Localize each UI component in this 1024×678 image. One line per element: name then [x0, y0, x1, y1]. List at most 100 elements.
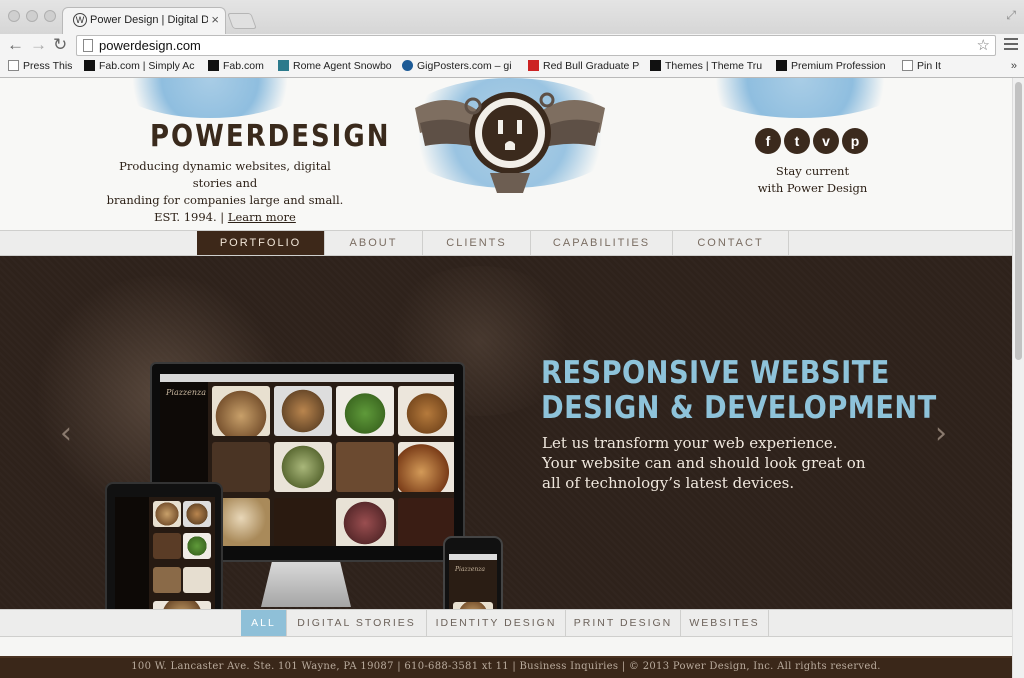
established-text: EST. 1994. |: [154, 210, 225, 224]
site-header: POWERDESIGN Producing dynamic websites, …: [0, 78, 1012, 230]
bookmark-item[interactable]: Fab.com: [208, 60, 270, 72]
footer-text: 100 W. Lancaster Ave. Ste. 101 Wayne, PA…: [131, 661, 881, 672]
close-tab-icon[interactable]: ×: [211, 12, 219, 27]
phone-device-image: Piazzenza: [443, 536, 503, 609]
food-photo: [274, 498, 332, 546]
page-icon: [8, 60, 19, 71]
mock-sidebar: [115, 497, 149, 609]
food-photo: [183, 567, 211, 593]
fullscreen-icon[interactable]: ⤢: [1006, 8, 1016, 23]
filter-websites[interactable]: WEBSITES: [681, 610, 769, 636]
address-bar[interactable]: powerdesign.com ☆: [76, 35, 996, 56]
site-logo[interactable]: POWERDESIGN: [150, 120, 390, 155]
page-viewport: POWERDESIGN Producing dynamic websites, …: [0, 78, 1012, 678]
content-spacer: [0, 637, 1012, 656]
stay-line: Stay current: [775, 164, 850, 178]
site-tagline: Producing dynamic websites, digital stor…: [100, 158, 350, 226]
portfolio-filter-bar: ALL DIGITAL STORIES IDENTITY DESIGN PRINT D…: [0, 609, 1012, 637]
new-tab-button[interactable]: [227, 13, 257, 29]
minimize-window-button[interactable]: [26, 10, 38, 22]
scroll-thumb[interactable]: [1015, 82, 1022, 360]
bookmark-item[interactable]: Red Bull Graduate Pr: [528, 60, 640, 72]
tagline-line: branding for companies large and small.: [106, 193, 344, 207]
phone-screen: Piazzenza: [449, 554, 497, 609]
food-photo: [212, 386, 270, 436]
main-nav: PORTFOLIO ABOUT CLIENTS CAPABILITIES CONTACT: [0, 230, 1012, 256]
cloud-decoration: [110, 78, 310, 118]
site-favicon-icon: [402, 60, 413, 71]
tablet-device-image: [105, 482, 223, 609]
forward-icon[interactable]: →: [30, 35, 47, 55]
favicon-icon: W: [73, 13, 87, 27]
mock-browser-bar: [160, 374, 454, 382]
filter-digital-stories[interactable]: DIGITAL STORIES: [287, 610, 427, 636]
tagline-line: Producing dynamic websites, digital stor…: [119, 159, 331, 190]
food-photo: [183, 533, 211, 559]
bookmark-item[interactable]: GigPosters.com – gi: [402, 60, 518, 72]
bookmark-item[interactable]: Fab.com | Simply Ac: [84, 60, 196, 72]
site-favicon-icon: [278, 60, 289, 71]
food-photo: [153, 567, 181, 593]
site-favicon-icon: [650, 60, 661, 71]
site-favicon-icon: [208, 60, 219, 71]
monitor-stand: [261, 562, 351, 607]
next-slide-icon[interactable]: ›: [935, 416, 947, 451]
food-photo: [336, 498, 394, 546]
food-photo: [453, 602, 493, 609]
filter-print-design[interactable]: PRINT DESIGN: [566, 610, 681, 636]
bookmarks-bar: Press This Fab.com | Simply Ac Fab.com Rome…: [0, 57, 1024, 78]
bookmark-item[interactable]: Press This: [8, 60, 76, 72]
close-window-button[interactable]: [8, 10, 20, 22]
established-line: EST. 1994. | Learn more: [100, 209, 350, 226]
food-photo: [336, 442, 394, 492]
hero-slider: ‹ › Piazzenza Piazzenza RESPONSIVE WEBSI…: [0, 256, 1012, 609]
bookmark-star-icon[interactable]: ☆: [977, 36, 990, 54]
browser-tab[interactable]: W Power Design | Digital Des ×: [62, 7, 226, 34]
food-photo: [153, 533, 181, 559]
food-photo: [336, 386, 394, 436]
bookmark-label: Rome Agent Snowbo: [293, 60, 392, 72]
nav-item-capabilities[interactable]: CAPABILITIES: [531, 231, 673, 255]
vimeo-icon[interactable]: v: [813, 128, 839, 154]
bookmark-label: Pin It: [917, 60, 941, 72]
bookmark-item[interactable]: Themes | Theme Tru: [650, 60, 766, 72]
filter-identity-design[interactable]: IDENTITY DESIGN: [427, 610, 566, 636]
bookmark-item[interactable]: Rome Agent Snowbo: [278, 60, 394, 72]
bookmark-label: Themes | Theme Tru: [665, 60, 763, 72]
nav-item-clients[interactable]: CLIENTS: [423, 231, 531, 255]
stay-line: with Power Design: [757, 181, 868, 195]
bookmark-item[interactable]: Premium Profession: [776, 60, 892, 72]
facebook-icon[interactable]: f: [755, 128, 781, 154]
site-favicon-icon: [776, 60, 787, 71]
site-favicon-icon: [528, 60, 539, 71]
zoom-window-button[interactable]: [44, 10, 56, 22]
nav-item-contact[interactable]: CONTACT: [673, 231, 789, 255]
menu-icon[interactable]: [1004, 38, 1018, 50]
bookmark-label: Press This: [23, 60, 73, 72]
food-photo: [274, 442, 332, 492]
bookmark-label: Red Bull Graduate Pr: [543, 60, 640, 72]
bookmark-item[interactable]: Pin It: [902, 60, 962, 72]
food-photo: [153, 601, 211, 609]
prev-slide-icon[interactable]: ‹: [60, 416, 72, 451]
page-scrollbar[interactable]: [1012, 78, 1024, 678]
cloud-decoration: [690, 78, 910, 118]
headline-line: DESIGN & DEVELOPMENT: [541, 390, 937, 426]
nav-item-about[interactable]: ABOUT: [325, 231, 423, 255]
hero-body-text: Let us transform your web experience. Yo…: [542, 434, 866, 492]
bookmarks-overflow-icon[interactable]: »: [1011, 60, 1017, 72]
learn-more-link[interactable]: Learn more: [228, 210, 296, 224]
bookmark-label: Premium Profession: [791, 60, 886, 72]
back-icon[interactable]: ←: [7, 35, 24, 55]
site-footer: 100 W. Lancaster Ave. Ste. 101 Wayne, PA…: [0, 656, 1012, 678]
tab-title: Power Design | Digital Des: [90, 14, 208, 26]
browser-tab-bar: W Power Design | Digital Des × ⤢: [0, 0, 1024, 34]
power-outlet-emblem-icon: [415, 92, 605, 193]
reload-icon[interactable]: ↻: [53, 35, 67, 55]
pinterest-icon[interactable]: p: [842, 128, 868, 154]
nav-item-portfolio[interactable]: PORTFOLIO: [197, 231, 325, 255]
food-photo: [398, 386, 454, 436]
twitter-icon[interactable]: t: [784, 128, 810, 154]
site-favicon-icon: [84, 60, 95, 71]
filter-all[interactable]: ALL: [241, 610, 287, 636]
